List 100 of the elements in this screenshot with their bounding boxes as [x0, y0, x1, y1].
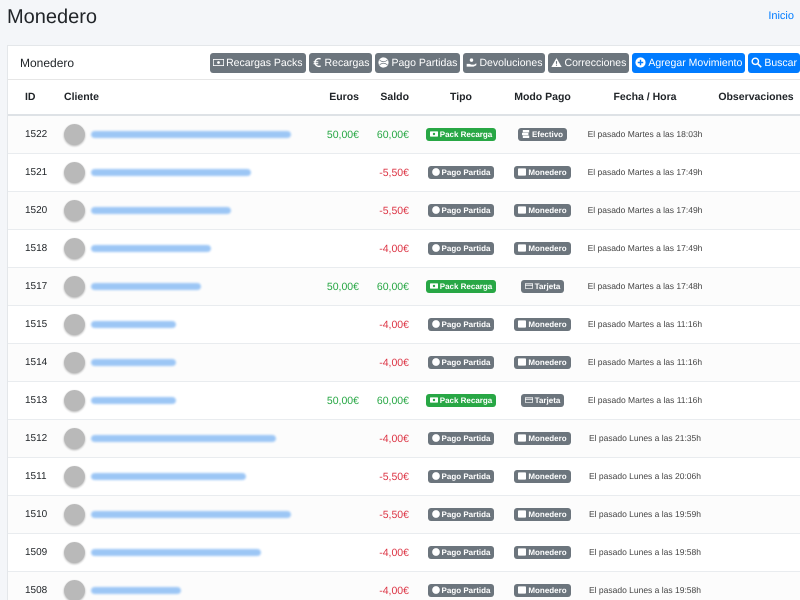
toolbar-button[interactable]: Buscar: [748, 52, 800, 72]
plus-circle-icon: [635, 57, 646, 68]
type-badge: Pago Partida: [428, 204, 494, 217]
payment-badge: Monedero: [514, 318, 571, 331]
saldo-cell: -4,00€: [379, 318, 409, 330]
payment-badge: Efectivo: [518, 128, 568, 141]
id-cell: 1518: [25, 243, 48, 254]
id-cell: 1511: [25, 471, 47, 482]
id-cell: 1517: [25, 281, 48, 292]
date-cell: El pasado Martes a las 17:49h: [588, 243, 702, 253]
date-cell: El pasado Lunes a las 20:06h: [588, 471, 701, 481]
euros-cell: 50,00€: [326, 394, 359, 406]
column-header: Fecha / Hora: [613, 91, 677, 103]
avatar-placeholder: [64, 276, 85, 297]
id-cell: 1508: [25, 585, 48, 596]
payment-badge: Monedero: [514, 546, 571, 559]
toolbar-button[interactable]: Recargas: [308, 52, 372, 72]
toolbar-button[interactable]: Pago Partidas: [375, 52, 460, 72]
id-cell: 1509: [25, 547, 48, 558]
saldo-cell: -4,00€: [379, 356, 409, 368]
payment-badge: Monedero: [514, 166, 571, 179]
euros-cell: 50,00€: [326, 280, 359, 292]
id-cell: 1514: [25, 357, 48, 368]
type-badge: Pago Partida: [428, 584, 494, 597]
avatar-placeholder: [64, 352, 85, 373]
payment-badge: Monedero: [514, 204, 571, 217]
column-header: Cliente: [64, 91, 100, 103]
column-header: Modo Pago: [514, 91, 571, 103]
type-badge: Pago Partida: [428, 470, 494, 483]
saldo-cell: -4,00€: [379, 242, 409, 254]
type-badge: Pago Partida: [428, 242, 494, 255]
id-cell: 1522: [25, 129, 48, 140]
saldo-cell: 60,00€: [376, 280, 409, 292]
payment-badge: Monedero: [514, 470, 571, 483]
saldo-cell: -4,00€: [379, 584, 409, 596]
column-header: Observaciones: [718, 91, 794, 103]
id-cell: 1521: [25, 167, 48, 178]
card-title: Monedero: [20, 56, 74, 70]
toolbar-button[interactable]: Recargas Packs: [210, 52, 306, 72]
payment-badge: Monedero: [514, 432, 571, 445]
date-cell: El pasado Martes a las 18:03h: [588, 129, 702, 139]
saldo-cell: -5,50€: [379, 508, 409, 520]
avatar-placeholder: [64, 390, 85, 411]
search-icon: [751, 57, 762, 68]
avatar-placeholder: [64, 504, 85, 525]
page-title: Monedero: [7, 6, 98, 29]
date-cell: El pasado Lunes a las 21:35h: [588, 433, 701, 443]
breadcrumb-link[interactable]: Inicio: [768, 10, 794, 22]
type-badge: Pago Partida: [428, 356, 494, 369]
saldo-cell: -5,50€: [379, 166, 409, 178]
date-cell: El pasado Martes a las 11:16h: [588, 319, 702, 329]
type-badge: Pago Partida: [428, 318, 494, 331]
payment-badge: Monedero: [514, 508, 571, 521]
date-cell: El pasado Martes a las 17:49h: [588, 205, 702, 215]
avatar-placeholder: [64, 580, 85, 600]
id-cell: 1510: [25, 509, 48, 520]
avatar-placeholder: [64, 466, 85, 487]
saldo-cell: 60,00€: [376, 128, 409, 140]
saldo-cell: 60,00€: [376, 394, 409, 406]
column-header: ID: [25, 91, 36, 103]
date-cell: El pasado Martes a las 11:16h: [588, 395, 702, 405]
date-cell: El pasado Lunes a las 19:58h: [588, 547, 701, 557]
type-badge: Pack Recarga: [426, 128, 496, 141]
date-cell: El pasado Lunes a las 19:58h: [588, 585, 701, 595]
type-badge: Pago Partida: [428, 432, 494, 445]
payment-badge: Tarjeta: [520, 280, 564, 293]
saldo-cell: -4,00€: [379, 432, 409, 444]
hand-coin-icon: [466, 57, 478, 68]
euro-icon: [312, 57, 323, 68]
date-cell: El pasado Martes a las 17:49h: [588, 167, 702, 177]
type-badge: Pack Recarga: [426, 280, 496, 293]
id-cell: 1520: [25, 205, 48, 216]
type-badge: Pago Partida: [428, 166, 494, 179]
type-badge: Pack Recarga: [426, 394, 496, 407]
date-cell: El pasado Lunes a las 19:59h: [588, 509, 701, 519]
date-cell: El pasado Martes a las 17:48h: [588, 281, 702, 291]
column-header: Tipo: [450, 91, 472, 103]
avatar-placeholder: [64, 162, 85, 183]
date-cell: El pasado Martes a las 11:16h: [588, 357, 702, 367]
type-badge: Pago Partida: [428, 508, 494, 521]
saldo-cell: -5,50€: [379, 204, 409, 216]
warning-icon: [551, 57, 562, 68]
avatar-placeholder: [64, 124, 85, 145]
avatar-placeholder: [64, 428, 85, 449]
avatar-placeholder: [64, 200, 85, 221]
id-cell: 1513: [25, 395, 48, 406]
avatar-placeholder: [64, 314, 85, 335]
toolbar-button[interactable]: Agregar Movimiento: [632, 52, 746, 72]
avatar-placeholder: [64, 238, 85, 259]
toolbar-button[interactable]: Devoluciones: [463, 52, 546, 72]
avatar-placeholder: [64, 542, 85, 563]
ball-icon: [378, 57, 390, 68]
id-cell: 1515: [25, 319, 48, 330]
payment-badge: Tarjeta: [520, 394, 564, 407]
id-cell: 1512: [25, 433, 48, 444]
type-badge: Pago Partida: [428, 546, 494, 559]
payment-badge: Monedero: [514, 584, 571, 597]
saldo-cell: -5,50€: [379, 470, 409, 482]
column-header: Saldo: [380, 91, 409, 103]
toolbar-button[interactable]: Correcciones: [548, 52, 630, 72]
